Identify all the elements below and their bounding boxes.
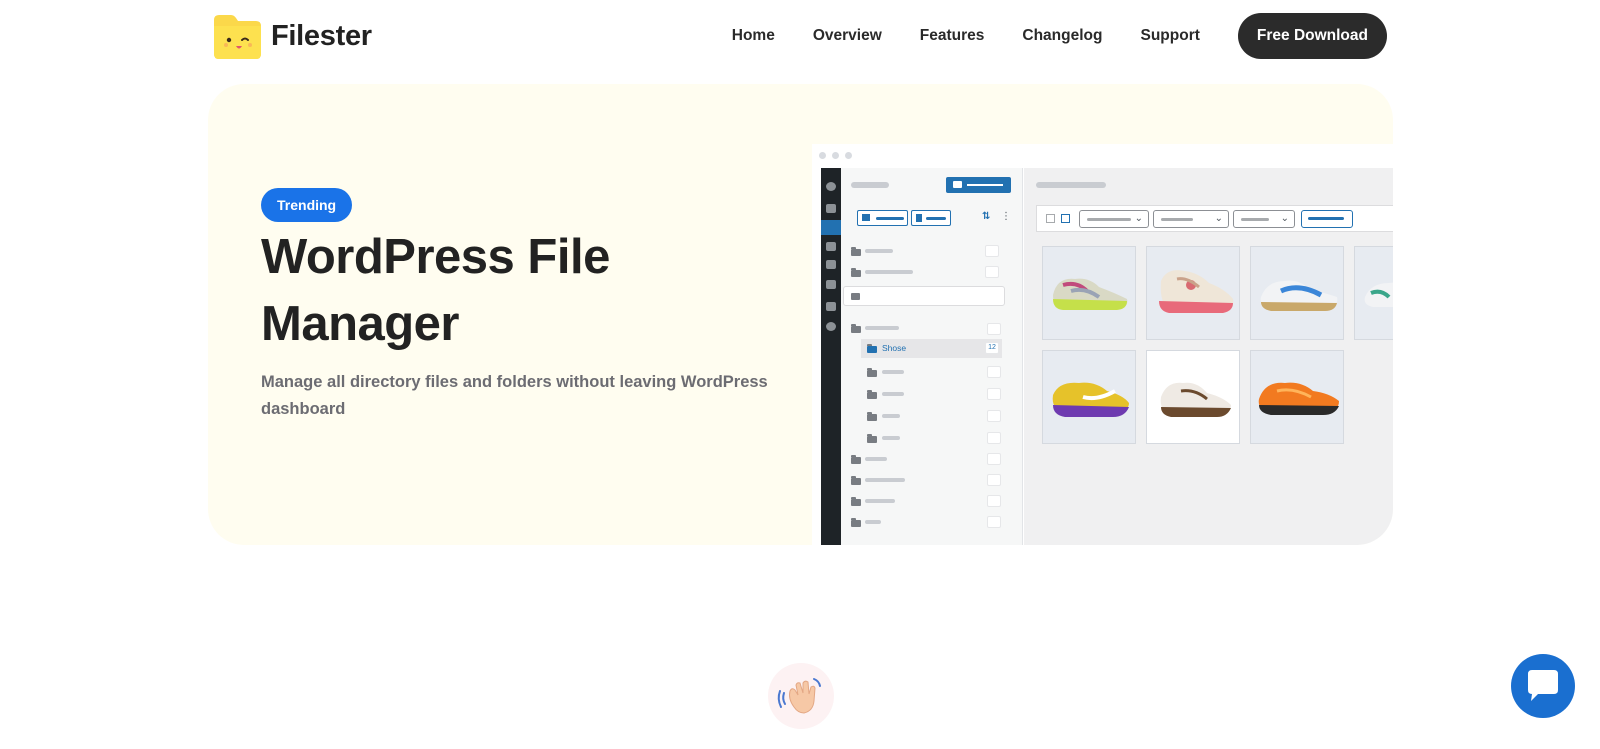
wave-hand-icon — [768, 663, 834, 729]
nav-overview[interactable]: Overview — [813, 27, 882, 45]
list-view-icon[interactable] — [1046, 214, 1055, 223]
gallery-toolbar: ⌄ ⌄ ⌄ — [1036, 205, 1393, 232]
app-preview: ⇅ ⋮ Shose 12 ⌄ ⌄ ⌄ — [812, 144, 1393, 545]
media-icon — [821, 220, 841, 235]
delete-button[interactable] — [911, 210, 951, 226]
new-folder-button[interactable] — [946, 177, 1011, 193]
brand-logo[interactable]: Filester — [212, 12, 372, 60]
more-icon[interactable]: ⋮ — [1001, 211, 1011, 222]
media-gallery-panel: ⌄ ⌄ ⌄ — [1024, 168, 1393, 545]
folder-icon — [867, 412, 877, 421]
forms-icon — [826, 302, 836, 311]
shoe-thumbnail[interactable] — [1146, 350, 1240, 444]
folder-search-input[interactable] — [843, 286, 1005, 306]
hero-section: Trending WordPress File Manager Manage a… — [208, 84, 1393, 545]
chat-widget-button[interactable] — [1511, 654, 1575, 718]
mail-icon — [826, 280, 836, 289]
sort-icon[interactable]: ⇅ — [982, 211, 990, 222]
folder-count-badge: 12 — [985, 342, 999, 354]
chat-bubble-icon — [1528, 670, 1558, 701]
rename-button[interactable] — [857, 210, 908, 226]
filter-button[interactable] — [1301, 210, 1353, 228]
selected-folder-name: Shose — [882, 343, 907, 353]
nav-features[interactable]: Features — [920, 27, 985, 45]
folder-icon — [851, 247, 861, 256]
folder-open-icon — [851, 324, 861, 333]
window-dots — [819, 152, 858, 159]
folder-icon — [851, 455, 861, 464]
main-nav: Home Overview Features Changelog Support… — [732, 13, 1387, 59]
folder-tree-panel: ⇅ ⋮ Shose 12 — [841, 168, 1023, 545]
shoe-thumbnail[interactable] — [1250, 350, 1344, 444]
folder-icon — [851, 497, 861, 506]
folder-icon — [851, 476, 861, 485]
nav-support[interactable]: Support — [1140, 27, 1199, 45]
trending-badge: Trending — [261, 188, 353, 222]
comments-icon — [826, 260, 836, 269]
nav-home[interactable]: Home — [732, 27, 775, 45]
folder-icon — [867, 344, 877, 353]
shoe-thumbnail[interactable] — [1354, 246, 1393, 340]
filter-select-1[interactable]: ⌄ — [1079, 210, 1149, 228]
nav-changelog[interactable]: Changelog — [1022, 27, 1102, 45]
folder-icon — [867, 368, 877, 377]
filter-select-3[interactable]: ⌄ — [1233, 210, 1295, 228]
folder-icon — [851, 268, 861, 277]
shoe-thumbnail[interactable] — [1042, 350, 1136, 444]
grid-view-icon[interactable] — [1061, 214, 1070, 223]
folder-mascot-icon — [212, 12, 263, 60]
folder-icon — [867, 434, 877, 443]
play-icon — [826, 322, 836, 331]
site-header: Filester Home Overview Features Changelo… — [0, 0, 1600, 75]
wp-admin-sidebar — [821, 168, 841, 545]
free-download-button[interactable]: Free Download — [1237, 13, 1387, 59]
shoe-thumbnail[interactable] — [1042, 246, 1136, 340]
selected-folder-row[interactable]: Shose 12 — [861, 339, 1002, 358]
filter-select-2[interactable]: ⌄ — [1153, 210, 1229, 228]
folder-icon — [867, 390, 877, 399]
brand-name: Filester — [271, 19, 372, 52]
shoe-thumbnail[interactable] — [1250, 246, 1344, 340]
wordpress-icon — [826, 182, 836, 191]
pages-icon — [826, 242, 836, 251]
shoe-thumbnail[interactable] — [1146, 246, 1240, 340]
pin-icon — [826, 204, 836, 213]
hero-description: Manage all directory files and folders w… — [261, 373, 768, 418]
folder-icon — [851, 518, 861, 527]
hero-title: WordPress File Manager — [261, 230, 610, 351]
